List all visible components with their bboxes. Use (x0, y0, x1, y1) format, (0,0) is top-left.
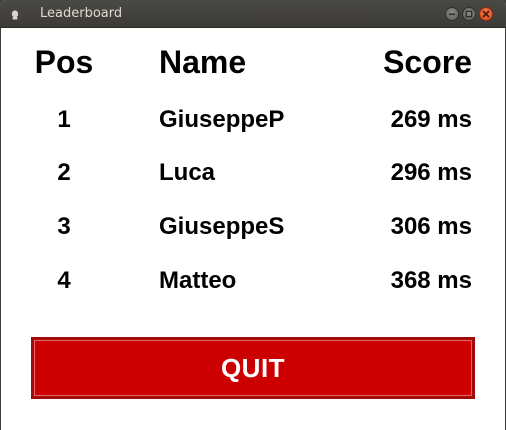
row-3-name: GiuseppeS (159, 213, 285, 240)
row-2-score: 296 ms (390, 159, 472, 186)
leaderboard-window: Leaderboard Pos Name Score 1 GiuseppeP 2… (0, 0, 506, 430)
row-4-name: Matteo (159, 267, 237, 294)
row-1-score: 269 ms (390, 106, 472, 133)
row-2-pos: 2 (57, 159, 71, 186)
window-border-left (0, 28, 1, 430)
quit-button-label: QUIT (220, 352, 286, 383)
row-3-score: 306 ms (390, 213, 472, 240)
header-name: Name (159, 44, 247, 80)
quit-button[interactable]: QUIT (31, 337, 475, 399)
leaderboard-content: Pos Name Score 1 GiuseppeP 269 ms 2 Luca… (0, 28, 506, 430)
header-score: Score (383, 44, 472, 80)
row-3-pos: 3 (57, 213, 71, 240)
minimize-icon[interactable] (445, 7, 459, 21)
row-1-name: GiuseppeP (159, 106, 285, 133)
row-4-score: 368 ms (390, 267, 472, 294)
maximize-icon[interactable] (462, 7, 476, 21)
app-icon (9, 8, 21, 20)
window-title: Leaderboard (40, 6, 123, 21)
row-1-pos: 1 (57, 106, 71, 133)
row-2-name: Luca (159, 159, 216, 186)
row-4-pos: 4 (57, 267, 71, 294)
close-icon[interactable] (479, 7, 493, 21)
header-pos: Pos (34, 44, 94, 80)
title-bar[interactable]: Leaderboard (0, 0, 506, 28)
